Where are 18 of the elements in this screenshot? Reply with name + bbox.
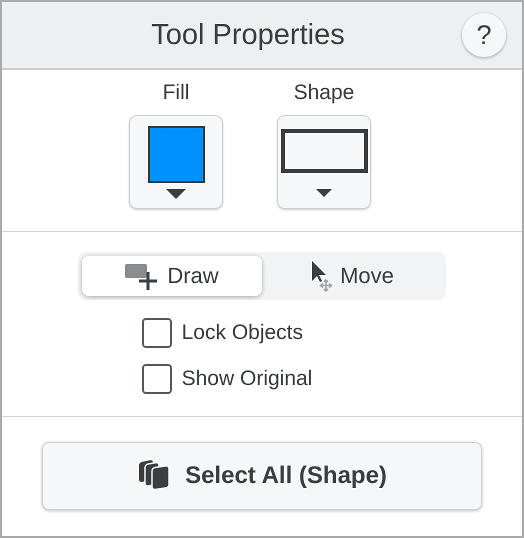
mode-tab[interactable]: Draw <box>82 256 262 296</box>
shape-picker[interactable] <box>277 115 371 209</box>
picker-label: Fill <box>162 81 190 105</box>
fill-picker[interactable] <box>129 115 223 209</box>
select-all-button[interactable]: Select All (Shape) <box>42 442 482 510</box>
mode-tab[interactable]: Move <box>262 256 442 296</box>
help-button[interactable]: ? <box>462 13 506 57</box>
picker-label: Shape <box>294 81 354 105</box>
checkbox-label: Lock Objects <box>182 321 304 345</box>
checkbox[interactable] <box>142 364 172 394</box>
panel-title: Tool Properties <box>151 18 345 52</box>
checkbox-label: Show Original <box>182 367 312 391</box>
stacked-layers-icon <box>137 460 172 492</box>
caret-icon <box>166 189 186 199</box>
rectangle-shape-icon <box>280 129 368 173</box>
pointer-move-icon <box>310 260 334 292</box>
caret-icon <box>316 189 332 197</box>
checkbox[interactable] <box>142 318 172 348</box>
